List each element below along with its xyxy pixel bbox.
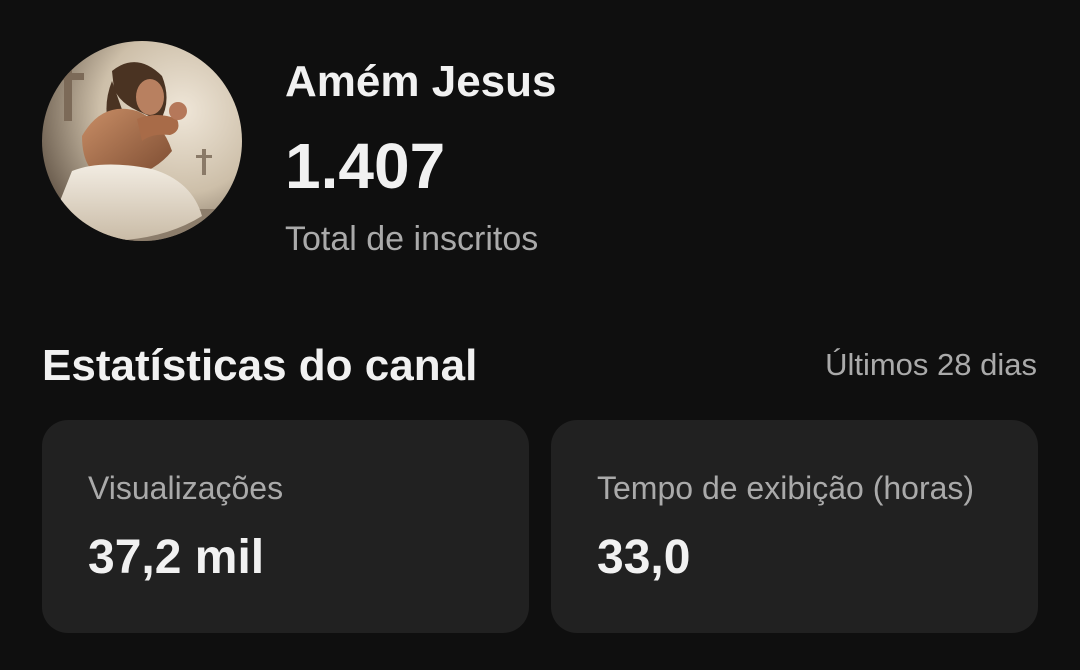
- stat-card-views[interactable]: Visualizações 37,2 mil: [42, 420, 529, 633]
- stat-value-views: 37,2 mil: [88, 531, 265, 584]
- period-label: Últimos 28 dias: [825, 347, 1037, 382]
- stat-label-watch-time: Tempo de exibição (horas): [597, 470, 975, 506]
- channel-stats-title: Estatísticas do canal: [42, 341, 478, 390]
- subscriber-count: 1.407: [285, 130, 446, 202]
- stat-card-watch-time[interactable]: Tempo de exibição (horas) 33,0: [551, 420, 1038, 633]
- praying-figure-icon: [42, 41, 242, 241]
- subscriber-label: Total de inscritos: [285, 220, 539, 258]
- channel-name: Amém Jesus: [285, 57, 557, 106]
- stat-value-watch-time: 33,0: [597, 531, 691, 584]
- channel-avatar[interactable]: [42, 41, 242, 241]
- stat-label-views: Visualizações: [88, 470, 284, 506]
